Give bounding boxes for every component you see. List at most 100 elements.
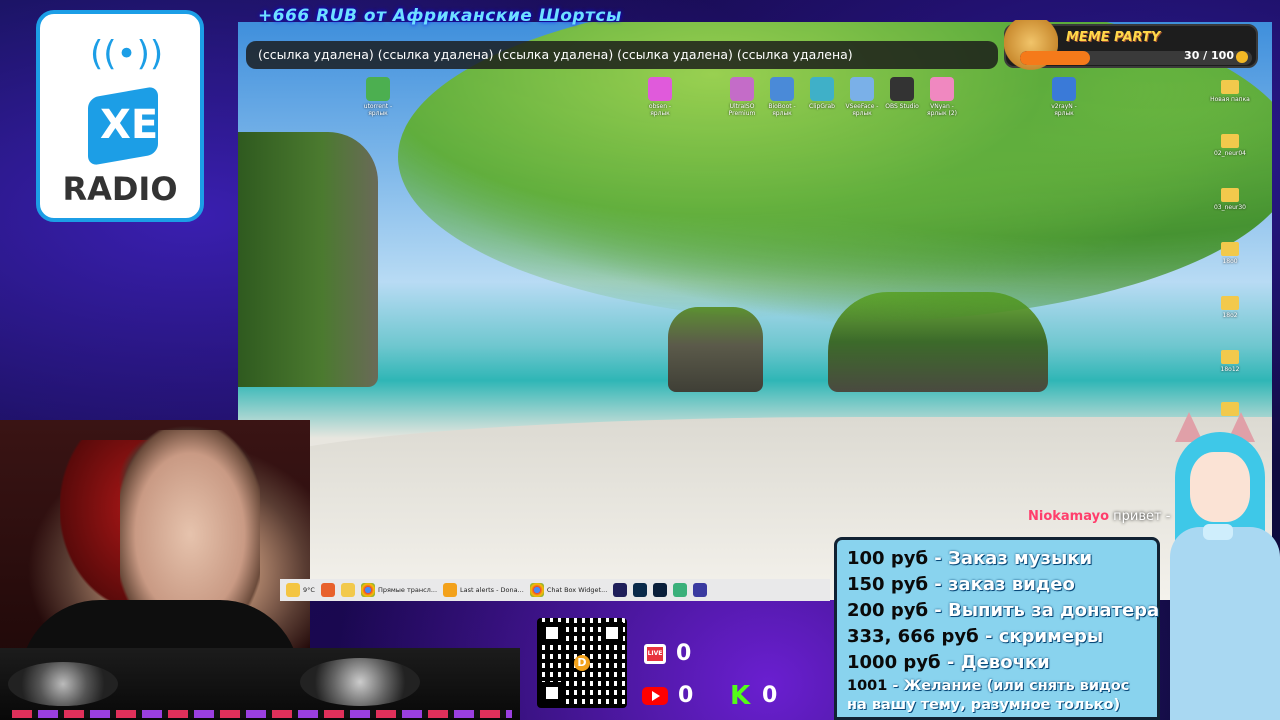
cliff-left	[238, 132, 378, 387]
folder-icon	[1221, 296, 1239, 310]
desktop-icon[interactable]: ClipGrab	[804, 77, 840, 110]
taskbar-chrome-window-2[interactable]: Chat Box Widget...	[529, 583, 608, 597]
folder-icon	[1221, 350, 1239, 364]
utorrent-icon	[366, 77, 390, 101]
price-amount: 200 руб	[847, 600, 929, 621]
chrome-icon	[529, 583, 544, 597]
price-amount: 1001	[847, 678, 888, 694]
desktop-icon-label: v2rayN - ярлык	[1051, 103, 1077, 117]
desktop-folder[interactable]: 18o2	[1210, 296, 1250, 319]
streamer-face	[120, 430, 260, 620]
desktop-folder[interactable]: 18o12	[1210, 350, 1250, 373]
youtube-icon	[642, 686, 668, 705]
audition-icon[interactable]	[633, 583, 648, 597]
folder-icon	[1221, 80, 1239, 94]
chrome-icon	[360, 583, 375, 597]
price-row: 100 руб - Заказ музыки	[847, 546, 1147, 572]
desktop-icon-label: utorrent - ярлык	[363, 103, 393, 117]
folder-label: 18o0	[1222, 258, 1238, 265]
live-badge: LIVE	[647, 646, 663, 661]
desktop-icon[interactable]: VSeeFace - ярлык	[844, 77, 880, 117]
price-row: 1001 - Желание (или снять видос	[847, 676, 1147, 696]
live-icon: LIVE	[644, 643, 666, 664]
desktop-icon[interactable]: VNyan - ярлык (2)	[924, 77, 960, 117]
kick-viewers: K 0	[730, 680, 777, 711]
desktop-icon-label: BioBoot - ярлык	[768, 103, 796, 117]
taskbar-item-label: Last alerts - Dona...	[460, 586, 524, 594]
price-amount: 150 руб	[847, 574, 929, 595]
live-viewer-count: 0	[676, 641, 692, 666]
desktop-icon[interactable]: utorrent - ярлык	[360, 77, 396, 117]
youtube-viewer-count: 0	[678, 683, 694, 708]
obsen-icon	[648, 77, 672, 101]
donationalerts-icon	[443, 583, 458, 597]
obs-studio-icon	[890, 77, 914, 101]
xe-radio-logo: ((•)) XE RADIO	[36, 10, 204, 222]
price-row: 333, 666 руб - скримеры	[847, 624, 1147, 650]
weather-temp: 9°C	[303, 586, 315, 594]
clipgrab-icon	[810, 77, 834, 101]
rock-island-center	[668, 307, 763, 392]
price-amount: 333, 666 руб	[847, 626, 979, 647]
desktop-icon[interactable]: OBS Studio	[884, 77, 920, 110]
desktop-icon[interactable]: obsen - ярлык	[642, 77, 678, 117]
premiere-icon[interactable]	[613, 583, 628, 597]
firefox-icon[interactable]	[320, 583, 335, 597]
desktop-icon-label: ClipGrab	[809, 103, 835, 110]
meme-progress-count: 30 / 100	[1184, 49, 1234, 62]
bioboot-icon	[770, 77, 794, 101]
desktop-icon[interactable]: UltraISO Premium	[724, 77, 760, 117]
price-desc: - Девочки	[940, 652, 1050, 673]
desktop-folder[interactable]: 03_neur30	[1210, 188, 1250, 211]
vtuber-avatar	[1165, 412, 1280, 720]
weather-widget[interactable]: 9°C	[286, 583, 315, 597]
folder-label: Новая папка	[1210, 96, 1250, 103]
meme-party-title: MEME PARTY	[1066, 30, 1161, 45]
kick-icon: K	[730, 680, 751, 711]
price-row: 200 руб - Выпить за донатера	[847, 598, 1159, 624]
donationalerts-logo: D	[574, 655, 590, 671]
price-amount: 1000 руб	[847, 652, 941, 673]
logo-radio-text: RADIO	[62, 170, 178, 208]
taskbar-item-label: Chat Box Widget...	[546, 586, 608, 594]
photoshop-icon[interactable]	[653, 583, 668, 597]
taskbar-donationalerts-window[interactable]: Last alerts - Dona...	[443, 583, 524, 597]
taskbar-chrome-window[interactable]: Прямые трансл...	[360, 583, 438, 597]
broadcast-icon: ((•))	[90, 34, 164, 74]
donation-qr-code[interactable]: D	[537, 618, 627, 708]
youtube-viewers: 0	[642, 683, 693, 708]
price-desc: - скримеры	[978, 626, 1104, 647]
price-row: 150 руб - заказ видео	[847, 572, 1147, 598]
dj-controller	[0, 648, 520, 720]
weather-icon	[286, 583, 300, 597]
chat-message: Niokamayo привет -	[1028, 509, 1170, 524]
taskbar-item-label: Прямые трансл...	[377, 586, 438, 594]
desktop-folder[interactable]: 18o0	[1210, 242, 1250, 265]
desktop-folder[interactable]: Новая папка	[1210, 80, 1250, 103]
desktop-icon[interactable]: BioBoot - ярлык	[764, 77, 800, 117]
desktop-icon-label: VSeeFace - ярлык	[845, 103, 879, 117]
folder-label: 18o2	[1222, 312, 1238, 319]
qr-corner	[541, 682, 563, 704]
price-desc: - Выпить за донатера	[928, 600, 1160, 621]
desktop-folder[interactable]: 02_neur04	[1210, 134, 1250, 157]
meme-party-widget: MEME PARTY 30 / 100	[1004, 20, 1258, 70]
price-row: 1000 руб - Девочки	[847, 650, 1147, 676]
folder-icon	[1221, 188, 1239, 202]
price-desc: - Заказ музыки	[928, 548, 1093, 569]
globe-icon[interactable]	[673, 583, 688, 597]
files-icon[interactable]	[340, 583, 355, 597]
folder-label: 03_neur30	[1213, 204, 1247, 211]
windows-taskbar: 9°C Прямые трансл... Last alerts - Dona.…	[280, 579, 830, 601]
v2rayn-icon	[1052, 77, 1076, 101]
save-icon[interactable]	[693, 583, 708, 597]
removed-links-bar: (ссылка удалена) (ссылка удалена) (ссылк…	[246, 41, 998, 69]
vnyan-icon	[930, 77, 954, 101]
donation-price-list: 100 руб - Заказ музыки 150 руб - заказ в…	[834, 537, 1160, 720]
folder-icon	[1221, 134, 1239, 148]
logo-xe-text: XE	[100, 102, 159, 148]
price-desc: - Желание (или снять видос	[887, 678, 1130, 694]
desktop-icon[interactable]: v2rayN - ярлык	[1046, 77, 1082, 117]
desktop-icon-label: UltraISO Premium	[728, 103, 756, 117]
performance-pads	[12, 710, 512, 718]
